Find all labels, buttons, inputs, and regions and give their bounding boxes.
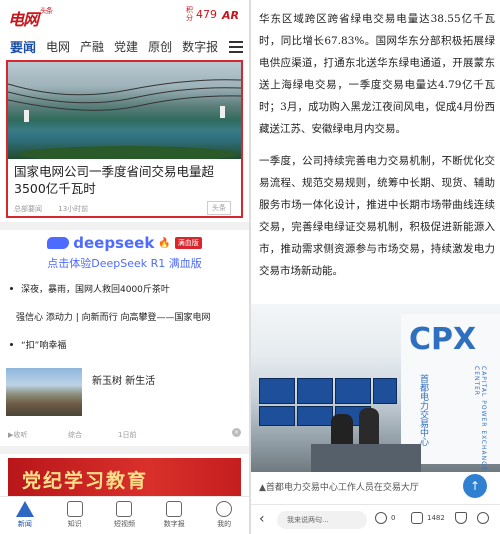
headline-source: 总部要闻 bbox=[14, 205, 42, 213]
tab-finance[interactable]: 产融 bbox=[80, 38, 104, 55]
tab-grid[interactable]: 电网 bbox=[46, 38, 70, 55]
channel-tabs: 要闻 电网 产融 党建 原创 数字报 bbox=[0, 32, 249, 60]
favorite-icon[interactable] bbox=[455, 512, 467, 524]
deepseek-promo[interactable]: deepseek 🔥 满血版 点击体验DeepSeek R1 满血版 bbox=[0, 230, 249, 274]
points-label: 积分 bbox=[186, 6, 193, 22]
news-item[interactable]: 强信心 添动力 | 向新而行 向高攀登——国家电网 bbox=[0, 310, 249, 323]
divider bbox=[0, 222, 249, 230]
news-item[interactable]: “扣”响幸福 bbox=[0, 338, 249, 351]
cpx-logo: CPX bbox=[409, 322, 477, 357]
points-value: 479 bbox=[196, 7, 217, 21]
display-screen bbox=[373, 378, 397, 404]
divider bbox=[0, 446, 249, 454]
headline-meta: 总部要闻 13小时前 bbox=[14, 204, 102, 214]
back-icon[interactable]: ‹ bbox=[259, 511, 265, 527]
article-toolbar: ‹ 我来说两句... 0 1482 bbox=[251, 504, 500, 534]
tab-digital-paper[interactable]: 数字报 bbox=[182, 38, 218, 55]
headline-tag: 头条 bbox=[207, 201, 231, 215]
nav-mine[interactable]: 我的 bbox=[202, 497, 247, 534]
like-count: 1482 bbox=[427, 514, 445, 522]
article-paragraph: 华东区域跨区跨省绿电交易电量达38.55亿千瓦时，同比增长67.83%。国网华东… bbox=[259, 13, 495, 135]
tab-headlines[interactable]: 要闻 bbox=[10, 37, 36, 56]
user-icon bbox=[216, 501, 233, 517]
home-icon bbox=[15, 501, 34, 517]
display-screen bbox=[297, 406, 333, 426]
headline-title[interactable]: 国家电网公司一季度省间交易电量超3500亿千瓦时 bbox=[14, 163, 236, 197]
news-feed-screen: 电网 头条 积分 479 AR 要闻 电网 产融 党建 原创 数字报 国家电网公司… bbox=[0, 0, 249, 534]
headline-card[interactable]: 国家电网公司一季度省间交易电量超3500亿千瓦时 总部要闻 13小时前 头条 bbox=[6, 60, 243, 218]
display-screen bbox=[335, 378, 371, 404]
listen-button[interactable]: ▶收听 bbox=[8, 430, 27, 440]
feature-time: 1日前 bbox=[118, 431, 137, 439]
video-icon bbox=[116, 501, 133, 517]
nav-digital-paper[interactable]: 数字报 bbox=[152, 497, 197, 534]
bullet-icon bbox=[10, 287, 13, 290]
close-icon[interactable]: × bbox=[232, 428, 241, 437]
nav-news[interactable]: 新闻 bbox=[2, 497, 47, 534]
ar-button[interactable]: AR bbox=[222, 9, 239, 22]
feature-thumbnail[interactable] bbox=[6, 368, 82, 416]
like-icon[interactable] bbox=[411, 512, 423, 524]
menu-icon[interactable] bbox=[229, 38, 243, 53]
feature-meta: ▶收听 综合 1日前 × bbox=[0, 428, 249, 442]
top-bar: 电网 头条 积分 479 AR bbox=[0, 0, 249, 32]
article-photo[interactable]: CPX 首都电力交易中心 CAPITAL POWER EXCHANGE CENT… bbox=[251, 304, 500, 472]
feature-title[interactable]: 新玉树 新生活 bbox=[92, 372, 155, 387]
full-version-badge: 满血版 bbox=[174, 237, 202, 249]
points-badge[interactable]: 积分 479 bbox=[186, 6, 217, 22]
display-screen bbox=[259, 378, 295, 404]
display-screen bbox=[297, 378, 333, 404]
nav-short-video[interactable]: 短视频 bbox=[102, 497, 147, 534]
newspaper-icon bbox=[166, 501, 183, 517]
comment-input[interactable]: 我来说两句... bbox=[277, 511, 367, 529]
article-screen: 华东区域跨区跨省绿电交易电量达38.55亿千瓦时，同比增长67.83%。国网华东… bbox=[251, 0, 500, 534]
nav-knowledge[interactable]: 知识 bbox=[52, 497, 97, 534]
deepseek-wordmark: deepseek bbox=[73, 234, 155, 252]
photo-caption: ▲首都电力交易中心工作人员在交易大厅 bbox=[259, 483, 419, 493]
book-icon bbox=[66, 501, 83, 517]
wall-sign-cn: 首都电力交易中心 bbox=[418, 374, 428, 446]
study-banner[interactable]: 党纪学习教育 bbox=[8, 458, 241, 496]
display-screen bbox=[259, 406, 295, 426]
article-paragraph: 一季度，公司持续完善电力交易机制，不断优化交易流程、规范交易规则，统筹中长期、现… bbox=[259, 155, 495, 277]
news-item[interactable]: 深夜，暴雨，国网人救回4000斤茶叶 bbox=[0, 282, 249, 295]
headline-time: 13小时前 bbox=[58, 205, 89, 213]
power-line-photo bbox=[8, 62, 241, 162]
deepseek-subtitle[interactable]: 点击体验DeepSeek R1 满血版 bbox=[0, 255, 249, 271]
scroll-top-button[interactable]: ↑ bbox=[463, 474, 487, 498]
power-line-drawing bbox=[8, 79, 241, 162]
app-logo[interactable]: 电网 头条 bbox=[8, 6, 53, 30]
fire-icon: 🔥 bbox=[158, 237, 171, 249]
wall-sign-en: CAPITAL POWER EXCHANGE CENTER bbox=[473, 366, 487, 472]
bullet-icon bbox=[10, 343, 13, 346]
comment-count: 0 bbox=[391, 514, 396, 522]
whale-icon bbox=[47, 237, 70, 249]
bottom-navigation: 新闻 知识 短视频 数字报 我的 bbox=[0, 496, 249, 534]
feature-category: 综合 bbox=[68, 431, 82, 439]
tab-party[interactable]: 党建 bbox=[114, 38, 138, 55]
tab-original[interactable]: 原创 bbox=[148, 38, 172, 55]
share-icon[interactable] bbox=[477, 512, 489, 524]
comment-icon[interactable] bbox=[375, 512, 387, 524]
desk bbox=[311, 444, 421, 472]
